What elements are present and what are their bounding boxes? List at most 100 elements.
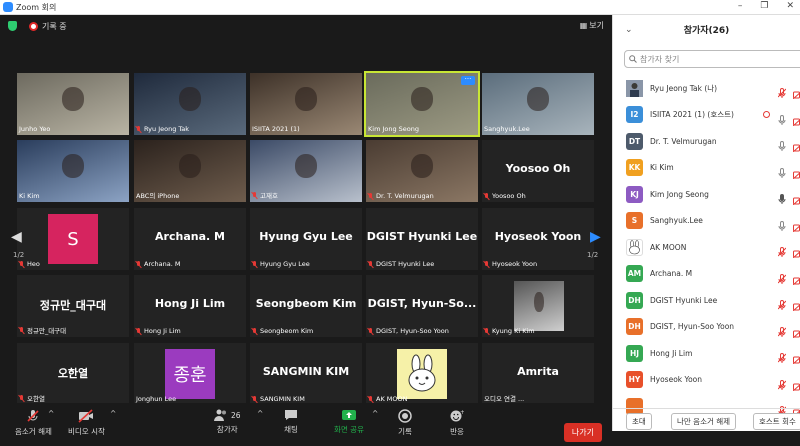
video-tile[interactable]: AK MOON — [366, 343, 478, 405]
reactions-button[interactable]: + 반응 — [450, 409, 464, 437]
tile-name-label: 오한열 — [19, 393, 45, 403]
participant-row[interactable]: KK Ki Kim — [613, 155, 800, 181]
video-tile[interactable]: Seongbeom Kim Seongbeom Kim — [250, 275, 362, 337]
video-off-icon — [792, 111, 800, 126]
video-tile[interactable]: ABC의 iPhone — [134, 140, 246, 202]
next-page-arrow-icon[interactable]: ▶ — [590, 229, 601, 245]
participant-initials: DH — [628, 295, 641, 305]
participant-row[interactable]: HJ Hong Ji Lim — [613, 340, 800, 366]
minimize-button[interactable]: – — [738, 1, 743, 11]
tile-name-label: 정규만_대구대 — [19, 325, 66, 335]
start-video-button[interactable]: 비디오 시작 — [68, 409, 105, 437]
mic-icon[interactable] — [778, 110, 786, 125]
video-options-chevron-icon[interactable]: ^ — [110, 409, 116, 418]
share-chevron-icon[interactable]: ^ — [372, 409, 378, 418]
video-tile[interactable]: Junho Yeo — [17, 73, 129, 135]
participant-search-input[interactable]: 참가자 찾기 — [624, 50, 800, 68]
participant-row[interactable]: AM Archana. M — [613, 261, 800, 287]
invite-button[interactable]: 초대 — [626, 413, 652, 430]
participant-row[interactable]: I2 ISIITA 2021 (1) (호스트) — [613, 102, 800, 128]
mic-muted-icon[interactable] — [777, 348, 787, 363]
video-tile[interactable]: Hyoseok Yoon Hyoseok Yoon — [482, 208, 594, 270]
tile-name-label: AK MOON — [368, 395, 407, 403]
video-tile[interactable]: ISIITA 2021 (1) — [250, 73, 362, 135]
video-tile[interactable]: S Heo — [17, 208, 129, 270]
participants-chevron-icon[interactable]: ^ — [257, 409, 263, 418]
participant-row[interactable]: DT Dr. T. Velmurugan — [613, 128, 800, 154]
participant-display-name: 오한열 — [57, 367, 89, 380]
share-screen-button[interactable]: 화면 공유 — [334, 409, 364, 435]
reclaim-host-button[interactable]: 호스트 회수 — [753, 413, 800, 430]
mic-muted-icon[interactable] — [777, 322, 787, 337]
mic-muted-icon[interactable] — [777, 242, 787, 257]
mic-icon[interactable] — [778, 136, 786, 151]
tile-name-label: Hyung Gyu Lee — [252, 260, 310, 268]
participant-row[interactable]: DH DGIST, Hyun-Soo Yoon — [613, 314, 800, 340]
participant-row[interactable]: DH DGIST Hyunki Lee — [613, 287, 800, 313]
video-tile[interactable]: ··· Kim Jong Seong — [364, 71, 480, 137]
participant-name: Hyoseok Yoon — [650, 375, 703, 384]
participant-row[interactable]: Ryu Jeong Tak (나) — [613, 75, 800, 101]
record-button[interactable]: 기록 — [398, 409, 412, 437]
mic-icon[interactable] — [778, 163, 786, 178]
mic-muted-icon — [136, 260, 142, 268]
audio-options-chevron-icon[interactable]: ^ — [48, 409, 54, 418]
mic-muted-icon[interactable] — [777, 269, 787, 284]
tile-name: 고재호 — [260, 192, 278, 200]
video-tile[interactable]: 고재호 — [250, 140, 362, 202]
video-tile[interactable]: Amrita 오디오 연결 ... — [482, 343, 594, 405]
tile-name-label: Heo — [19, 260, 40, 268]
video-tile[interactable]: SANGMIN KIM SANGMIN KIM — [250, 343, 362, 405]
tile-name-label: 고재호 — [252, 190, 278, 200]
video-tile[interactable]: 오한열 오한열 — [17, 343, 129, 405]
video-off-icon — [792, 164, 800, 179]
participant-initials: DH — [628, 322, 641, 331]
video-tile[interactable]: Archana. M Archana. M — [134, 208, 246, 270]
mic-icon[interactable] — [778, 216, 786, 231]
video-tile[interactable]: Sanghyuk.Lee — [482, 73, 594, 135]
participant-avatar: HJ — [626, 344, 643, 362]
participants-button[interactable]: 26 참가자 — [214, 409, 241, 435]
leave-button[interactable]: 나가기 — [563, 423, 602, 442]
participant-name: Kim Jong Seong — [650, 189, 709, 199]
tile-name: Dr. T. Velmurugan — [376, 192, 434, 200]
video-tile[interactable]: Ryu Jeong Tak — [134, 73, 246, 135]
participant-initials: DT — [628, 136, 641, 146]
participant-row[interactable]: HY Hyoseok Yoon — [613, 367, 800, 393]
view-button[interactable]: ▦ 보기 — [580, 20, 604, 31]
unmute-self-button[interactable]: 나만 음소거 해제 — [671, 413, 737, 430]
participant-initials: KJ — [630, 189, 639, 199]
video-tile[interactable]: DGIST, Hyun-So... DGIST, Hyun-Soo Yoon — [366, 275, 478, 337]
participant-display-name: Seongbeom Kim — [255, 297, 357, 310]
video-tile[interactable]: Yoosoo Oh Yoosoo Oh — [482, 140, 594, 202]
mic-muted-icon — [19, 394, 25, 402]
participant-row[interactable]: KJ Kim Jong Seong — [613, 181, 800, 207]
mic-muted-icon[interactable] — [777, 375, 787, 390]
unmute-button[interactable]: 음소거 해제 — [15, 409, 52, 437]
tile-name: Kim Jong Seong — [368, 125, 420, 133]
more-options-icon[interactable]: ··· — [461, 76, 475, 85]
participant-name: DGIST Hyunki Lee — [650, 295, 718, 305]
video-tile[interactable]: 정규만_대구대 정규만_대구대 — [17, 275, 129, 337]
video-tile[interactable]: Dr. T. Velmurugan — [366, 140, 478, 202]
participants-icon — [214, 409, 226, 421]
participant-row[interactable]: AK MOON — [613, 234, 800, 260]
participant-initials: HJ — [629, 348, 640, 358]
video-tile[interactable]: Hong Ji Lim Hong Ji Lim — [134, 275, 246, 337]
restore-button[interactable]: ❐ — [760, 1, 768, 11]
security-shield-icon[interactable] — [8, 21, 17, 31]
video-tile[interactable]: DGIST Hyunki Lee DGIST Hyunki Lee — [366, 208, 478, 270]
video-tile[interactable]: Kyung Ki Kim — [482, 275, 594, 337]
chat-button[interactable]: 채팅 — [284, 409, 298, 435]
mic-icon[interactable] — [778, 189, 786, 204]
participant-row[interactable]: S Sanghyuk.Lee — [613, 208, 800, 234]
close-button[interactable]: ✕ — [786, 1, 794, 11]
mic-muted-icon[interactable] — [777, 295, 787, 310]
search-icon — [629, 55, 637, 63]
video-tile[interactable]: Ki Kim — [17, 140, 129, 202]
prev-page-arrow-icon[interactable]: ◀ — [11, 229, 22, 245]
mic-muted-icon[interactable] — [777, 83, 787, 98]
video-tile[interactable]: 종훈 Jonghun Lee — [134, 343, 246, 405]
video-tile[interactable]: Hyung Gyu Lee Hyung Gyu Lee — [250, 208, 362, 270]
page-indicator-left: 1/2 — [13, 251, 25, 259]
